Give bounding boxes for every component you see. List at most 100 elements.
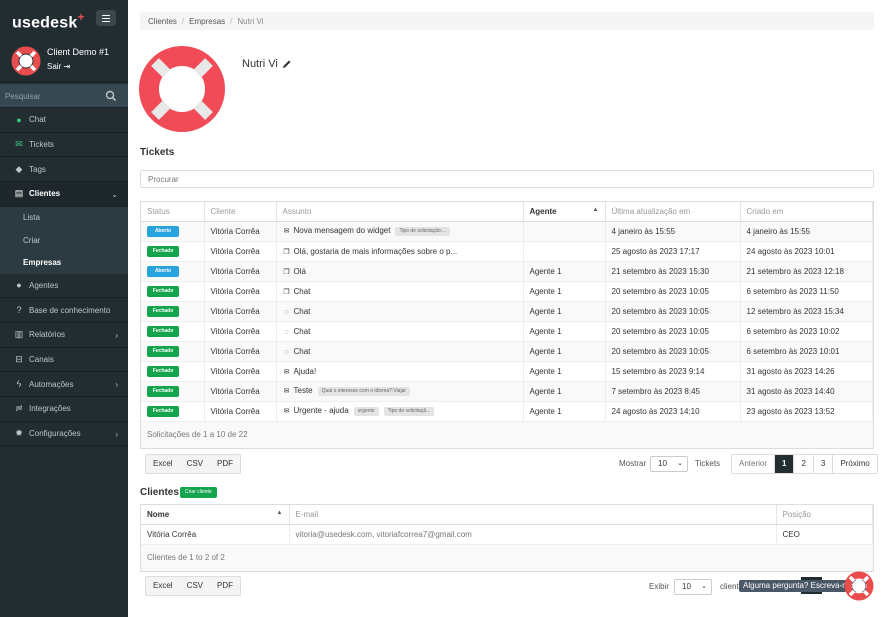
table-row[interactable]: Fechado Vitória Corrêa ◌ Chat Agente 1 20 set… [141,321,873,342]
sidebar-item-tickets[interactable]: ✉ Tickets [0,133,128,158]
sidebar-subitem-criar[interactable]: Criar [0,229,128,251]
table-row[interactable]: Aberto Vitória Corrêa ❐ Olá Agente 1 21 setem… [141,261,873,282]
assunto-cell[interactable]: ✉ Teste Qual o interesse com o idioma?:Via… [276,381,524,402]
user-name: Client Demo #1 [47,47,110,57]
chevron-right-icon: › [115,429,118,439]
pager-prev[interactable]: Anterior [732,455,776,473]
col-nome[interactable]: Nome ▲ [141,505,290,525]
whatsapp-icon: ◌ [284,328,289,336]
sidebar-item-agentes[interactable]: ● Agentes [0,274,128,299]
excel-button[interactable]: Excel [146,455,180,473]
envelope-icon: ✉ [283,388,290,396]
envelope-icon: ✉ [283,368,290,376]
col-criado[interactable]: Criado em [740,202,873,222]
clients-summary: Clientes de 1 to 2 of 2 [141,544,873,571]
table-row[interactable]: Fechado Vitória Corrêa ✉ Urgente - ajuda urg… [141,401,873,422]
sidebar-item-relatorios[interactable]: ▥ Relatórios › [0,323,128,348]
logout-link[interactable]: Sair ⇥ [47,62,70,71]
breadcrumb: Clientes / Empresas / Nutri Vi [140,12,874,30]
table-row[interactable]: Fechado Vitória Corrêa ✉ Ajuda! Agente 1 15 s… [141,361,873,382]
sidebar-item-tags[interactable]: ◆ Tags [0,157,128,183]
table-row[interactable]: Fechado Vitória Corrêa ◌ Chat Agente 1 20 set… [141,341,873,362]
table-row[interactable]: Vitória Corrêa vitoria@usedesk.com, vitor… [141,524,873,545]
col-email[interactable]: E-mail [289,505,777,525]
clients-page-size-select[interactable]: 10 ⌄ [674,579,712,595]
clients-title: Clientes [140,487,179,498]
status-badge: Fechado [147,286,179,297]
status-badge: Fechado [147,406,179,417]
menu-toggle-button[interactable] [96,10,116,26]
status-cell: Fechado [141,401,205,422]
breadcrumb-clientes[interactable]: Clientes [148,17,177,26]
col-atualizacao[interactable]: Última atualização em [605,202,741,222]
pencil-icon[interactable] [282,59,292,69]
pager-page-2[interactable]: 2 [794,455,814,473]
col-assunto[interactable]: Assunto [276,202,524,222]
assunto-cell[interactable]: ✉ Urgente - ajuda urgente Tipo de solicitaç… [276,401,524,422]
tickets-search-input[interactable] [140,170,874,188]
status-badge: Fechado [147,386,179,397]
table-row[interactable]: Aberto Vitória Corrêa ✉ Nova mensagem do wi… [141,221,873,242]
assunto-cell[interactable]: ◌ Chat [276,301,524,322]
assunto-cell[interactable]: ◌ Chat [276,321,524,342]
csv-button[interactable]: CSV [180,455,210,473]
assunto-cell[interactable]: ◌ Chat [276,341,524,362]
cliente-cell[interactable]: Vitória Corrêa [204,361,277,382]
sidebar-item-clientes[interactable]: ▤ Clientes ⌄ [0,182,128,207]
agente-cell: Agente 1 [523,281,606,302]
sidebar-search-input[interactable] [5,89,100,103]
pdf-button[interactable]: PDF [210,577,240,595]
cliente-cell[interactable]: Vitória Corrêa [204,281,277,302]
nome-cell[interactable]: Vitória Corrêa [141,524,290,545]
col-agente[interactable]: Agente ▲ [523,202,606,222]
cliente-cell[interactable]: Vitória Corrêa [204,221,277,242]
assunto-cell[interactable]: ❐ Chat [276,281,524,302]
page-size-select[interactable]: 10 ⌄ [650,456,688,472]
table-row[interactable]: Fechado Vitória Corrêa ❐ Chat Agente 1 20 set… [141,281,873,302]
cliente-cell[interactable]: Vitória Corrêa [204,341,277,362]
assunto-text: Urgente - ajuda [293,406,349,416]
pdf-button[interactable]: PDF [210,455,240,473]
pager-page-3[interactable]: 3 [813,455,834,473]
tickets-summary: Solicitações de 1 a 10 de 22 [141,421,873,448]
cliente-cell[interactable]: Vitória Corrêa [204,401,277,422]
table-row[interactable]: Fechado Vitória Corrêa ✉ Teste Qual o intere… [141,381,873,402]
excel-button[interactable]: Excel [146,577,180,595]
cliente-cell[interactable]: Vitória Corrêa [204,241,277,262]
create-client-button[interactable]: Criar cliente [180,487,217,498]
sidebar-item-chat[interactable]: ● Chat [0,108,128,133]
sidebar-item-canais[interactable]: ⊟ Canais [0,348,128,373]
cliente-cell[interactable]: Vitória Corrêa [204,321,277,342]
assunto-cell[interactable]: ❐ Olá [276,261,524,282]
csv-button[interactable]: CSV [180,577,210,595]
company-lifebuoy-icon [139,46,225,132]
search-icon[interactable] [104,89,118,103]
inbox-icon: ⊟ [15,354,23,365]
pager-page-1[interactable]: 1 [775,455,795,473]
sidebar-subitem-lista[interactable]: Lista [0,207,128,229]
whatsapp-icon: ◌ [284,348,289,356]
table-row[interactable]: Fechado Vitória Corrêa ◌ Chat Agente 1 20 set… [141,301,873,322]
cliente-cell[interactable]: Vitória Corrêa [204,381,277,402]
assunto-cell[interactable]: ✉ Nova mensagem do widget Tipo de solicita… [276,221,524,242]
cliente-cell[interactable]: Vitória Corrêa [204,261,277,282]
sidebar-item-integracoes[interactable]: ≓ Integrações [0,397,128,422]
col-cliente[interactable]: Cliente [204,202,277,222]
logo[interactable]: usedesk+ [12,10,85,32]
col-status[interactable]: Status [141,202,205,222]
col-posicao[interactable]: Posição [776,505,873,525]
sidebar-item-base[interactable]: ? Base de conhecimento [0,298,128,324]
sidebar-item-label: Automações [29,379,74,389]
sidebar-item-configuracoes[interactable]: ✹ Configurações › [0,422,128,447]
assunto-cell[interactable]: ❐ Olá, gostaria de mais informações sobre… [276,241,524,262]
table-row[interactable]: Fechado Vitória Corrêa ❐ Olá, gostaria de m… [141,241,873,262]
pager-next[interactable]: Próximo [833,455,877,473]
sidebar-item-automacoes[interactable]: ϟ Automações › [0,372,128,398]
logo-text: usedesk [12,14,78,32]
sidebar-subitem-empresas[interactable]: Empresas [0,251,128,273]
chat-widget-lifebuoy-icon[interactable] [844,571,874,601]
breadcrumb-empresas[interactable]: Empresas [189,17,225,26]
assunto-cell[interactable]: ✉ Ajuda! [276,361,524,382]
status-cell: Fechado [141,341,205,362]
cliente-cell[interactable]: Vitória Corrêa [204,301,277,322]
